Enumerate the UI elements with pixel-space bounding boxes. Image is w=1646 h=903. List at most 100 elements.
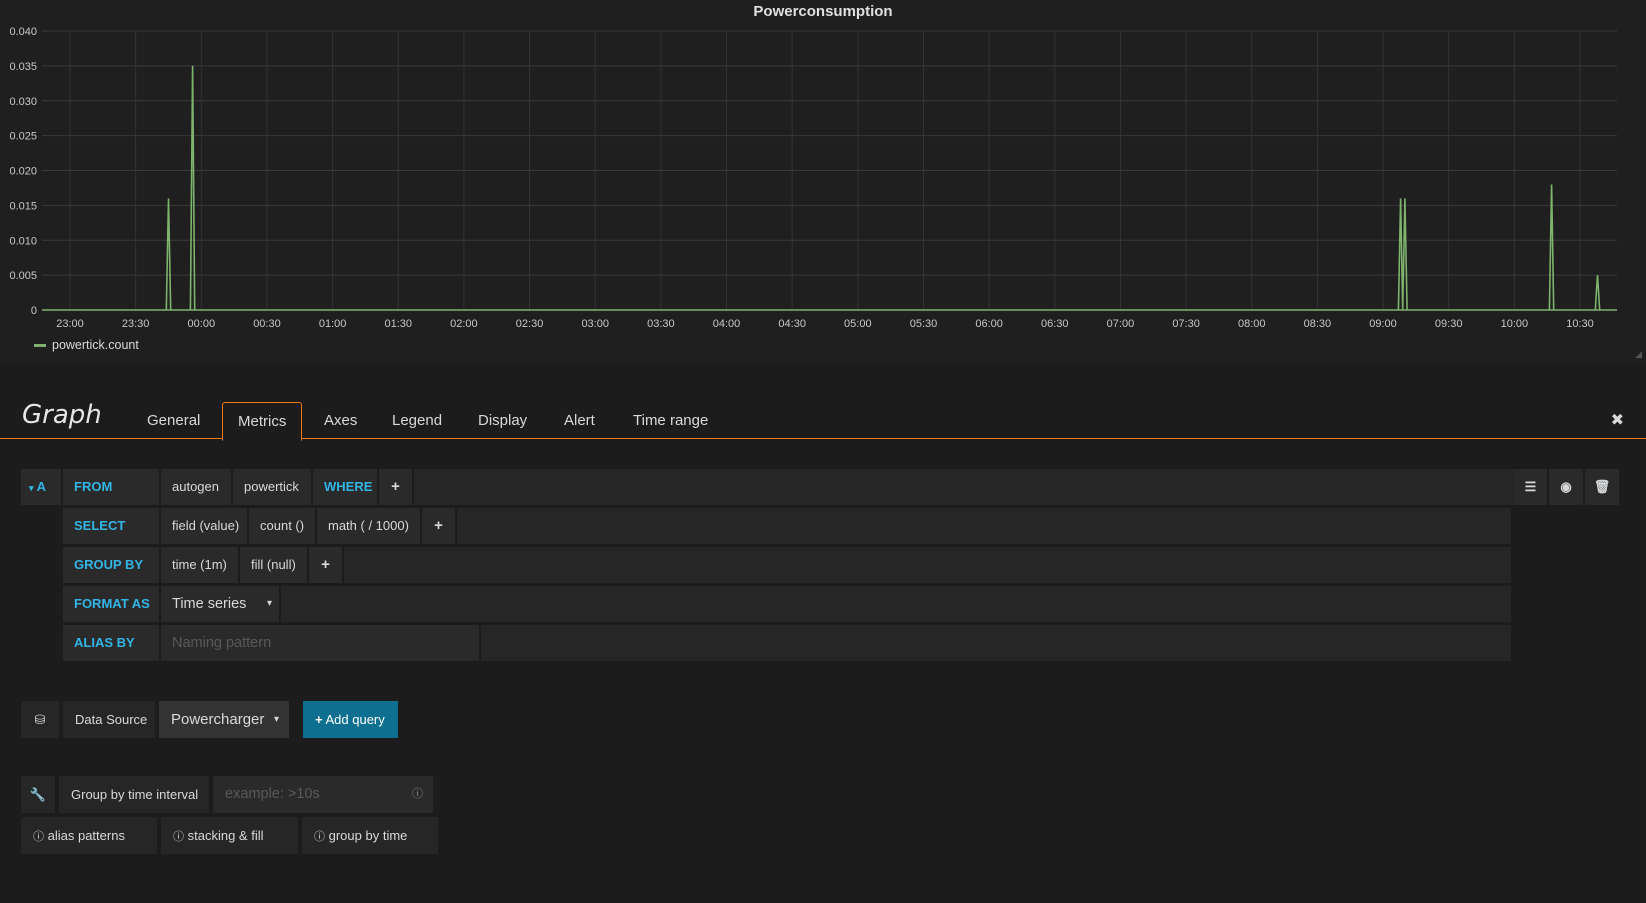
caret-down-icon: ▾ [266,598,272,609]
x-tick-label: 09:00 [1369,318,1397,330]
x-tick-label: 23:30 [122,318,150,330]
y-tick-label: 0.010 [9,235,37,247]
y-tick-label: 0.020 [9,166,37,178]
close-icon[interactable]: ✖ [1611,410,1624,430]
retention-policy-segment[interactable]: autogen [161,469,231,505]
help-label: alias patterns [47,828,125,843]
row-filler [344,547,1511,583]
query-row-group-by: GROUP BY time (1m) fill (null) + [63,547,1511,583]
select-part-math[interactable]: math ( / 1000) [317,508,420,544]
datasource-select[interactable]: Powercharger ▾ [159,701,289,738]
tab-alert[interactable]: Alert [549,402,610,439]
y-tick-label: 0.025 [9,131,37,143]
x-tick-label: 07:00 [1107,318,1135,330]
tab-time-range[interactable]: Time range [618,402,723,439]
group-by-fill[interactable]: fill (null) [240,547,307,583]
eye-icon[interactable]: ◉ [1549,469,1583,505]
info-icon: ⓘ [173,831,184,843]
format-as-select[interactable]: Time series ▾ [161,586,279,622]
measurement-segment[interactable]: powertick [233,469,311,505]
x-tick-label: 04:00 [713,318,741,330]
x-tick-label: 23:00 [56,318,84,330]
x-tick-label: 02:30 [516,318,544,330]
y-tick-label: 0.015 [9,200,37,212]
query-row-alias-by: ALIAS BY Naming pattern [63,625,1511,661]
tab-metrics[interactable]: Metrics [222,402,303,441]
x-tick-label: 01:00 [319,318,347,330]
query-row-format-as: FORMAT AS Time series ▾ [63,586,1511,622]
add-query-button[interactable]: + Add query [303,701,398,738]
help-alias-patterns[interactable]: ⓘ alias patterns [21,817,157,854]
x-tick-label: 06:30 [1041,318,1069,330]
query-row-from: ▾ A FROM autogen powertick WHERE + ☰ ◉ 🗑 [21,469,1619,505]
trash-icon[interactable]: 🗑 [1585,469,1619,505]
graph-panel: 0 0.005 0.010 0.015 0.020 0.025 0.030 0.035 0.04… [0,0,1646,365]
x-tick-label: 05:00 [844,318,872,330]
editor-title: Graph [22,400,102,430]
interval-input[interactable]: example: >10s ⓘ [213,776,433,813]
chart: 0 0.005 0.010 0.015 0.020 0.025 0.030 0.035 0.04… [9,26,1617,330]
legend-series-label[interactable]: powertick.count [52,338,139,352]
add-query-label: Add query [325,712,385,727]
format-as-label: FORMAT AS [63,586,159,622]
format-as-value: Time series [172,596,247,612]
alias-by-label: ALIAS BY [63,625,159,661]
plus-icon: + [315,712,323,727]
y-tick-label: 0 [31,305,37,317]
x-tick-label: 08:00 [1238,318,1266,330]
datasource-label: Data Source [63,701,155,738]
query-row-select: SELECT field (value) count () math ( / 1… [63,508,1511,544]
group-by-label: GROUP BY [63,547,159,583]
info-icon: ⓘ [33,831,44,843]
series-line [165,65,1601,311]
wrench-icon: 🔧 [21,776,55,813]
tab-display[interactable]: Display [463,402,542,439]
x-tick-label: 09:30 [1435,318,1463,330]
add-where-button[interactable]: + [379,469,412,505]
x-tick-label: 05:30 [910,318,938,330]
y-tick-label: 0.035 [9,61,37,73]
panel-editor: Graph General Metrics Axes Legend Displa… [0,364,1646,903]
row-filler [481,625,1511,661]
editor-header: Graph General Metrics Axes Legend Displa… [0,364,1646,441]
x-tick-label: 08:30 [1304,318,1332,330]
legend-swatch[interactable] [34,343,46,347]
resize-handle-icon[interactable]: ◢ [1635,349,1642,360]
x-tick-label: 07:30 [1172,318,1200,330]
help-label: stacking & fill [187,828,264,843]
query-collapse-toggle[interactable]: ▾ A [21,469,61,505]
from-label: FROM [63,469,159,505]
x-tick-label: 04:30 [778,318,806,330]
add-select-button[interactable]: + [422,508,455,544]
row-filler [281,586,1511,622]
x-tick-label: 03:30 [647,318,675,330]
x-tick-label: 02:00 [450,318,478,330]
x-tick-label: 03:00 [581,318,609,330]
add-group-by-button[interactable]: + [309,547,342,583]
x-tick-label: 10:00 [1501,318,1529,330]
x-tick-label: 00:30 [253,318,281,330]
select-part-field[interactable]: field (value) [161,508,247,544]
select-part-count[interactable]: count () [249,508,315,544]
info-icon: ⓘ [412,788,423,800]
group-by-time[interactable]: time (1m) [161,547,238,583]
alias-by-input[interactable]: Naming pattern [161,625,479,661]
help-label: group by time [328,828,408,843]
tab-axes[interactable]: Axes [309,402,372,439]
panel-title[interactable]: Powerconsumption [0,3,1646,20]
tab-general[interactable]: General [132,402,215,439]
query-ref-id: A [36,479,47,494]
datasource-value: Powercharger [171,711,265,728]
tab-legend[interactable]: Legend [377,402,457,439]
interval-label: Group by time interval [59,776,209,813]
help-stacking-fill[interactable]: ⓘ stacking & fill [161,817,298,854]
y-tick-label: 0.005 [9,270,37,282]
help-group-by-time[interactable]: ⓘ group by time [302,817,438,854]
y-tick-label: 0.030 [9,96,37,108]
x-tick-label: 00:00 [188,318,216,330]
where-label: WHERE [313,469,377,505]
y-tick-label: 0.040 [9,26,37,38]
menu-icon[interactable]: ☰ [1514,469,1547,505]
select-label: SELECT [63,508,159,544]
x-tick-label: 01:30 [384,318,412,330]
